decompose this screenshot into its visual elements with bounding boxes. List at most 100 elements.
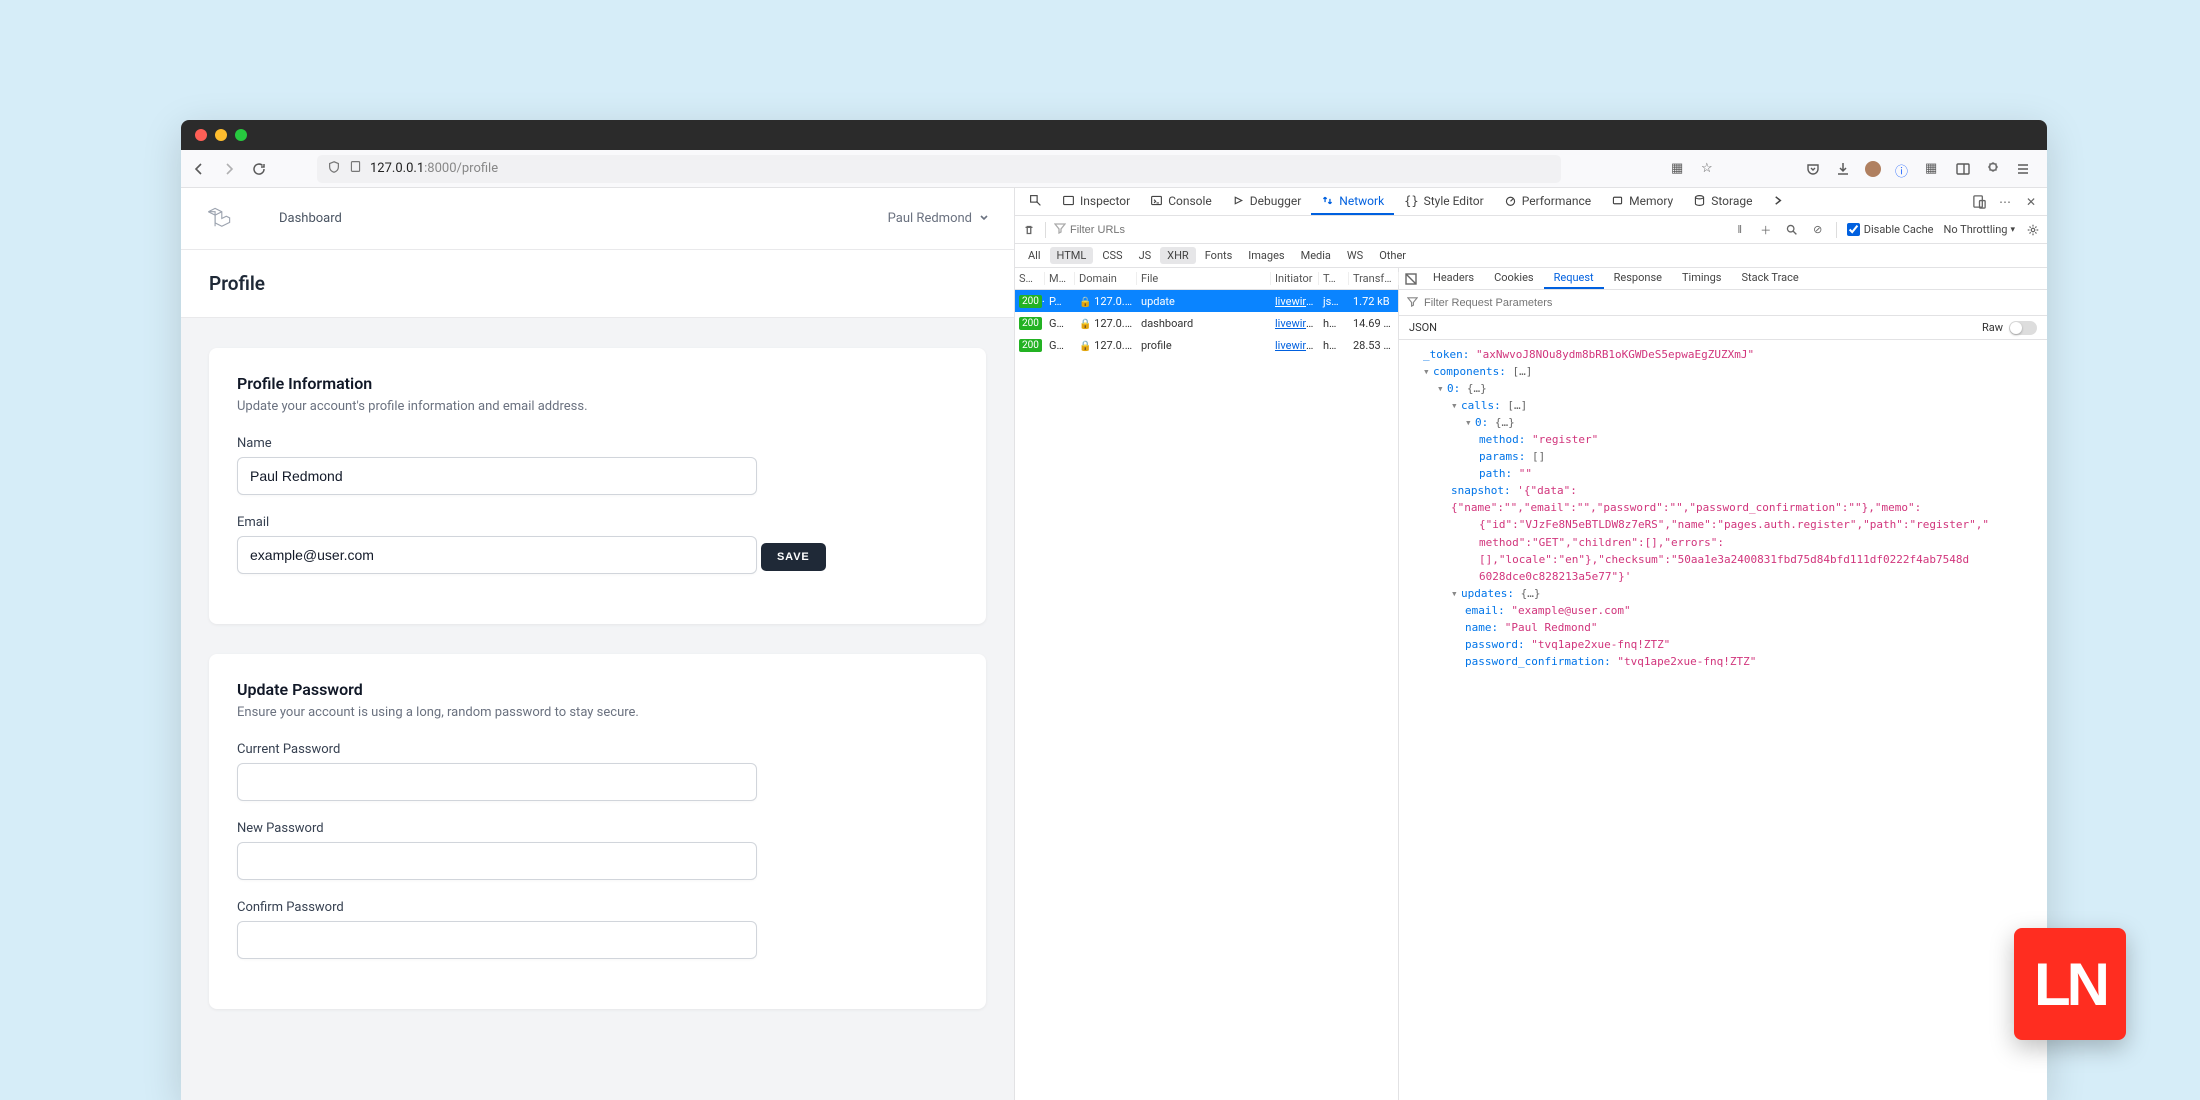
page-icon (349, 160, 362, 177)
current-password-label: Current Password (237, 742, 958, 757)
type-js[interactable]: JS (1132, 247, 1159, 264)
profile-info-title: Profile Information (237, 374, 958, 393)
app-header: Dashboard Paul Redmond (181, 188, 1014, 250)
user-menu[interactable]: Paul Redmond (888, 211, 990, 227)
tab-console[interactable]: Console (1140, 188, 1222, 215)
type-ws[interactable]: WS (1340, 247, 1370, 264)
detail-tabs: Headers Cookies Request Response Timings… (1399, 268, 2047, 290)
confirm-password-input[interactable] (237, 921, 757, 959)
responsive-mode-icon[interactable] (1971, 194, 1987, 210)
type-all[interactable]: All (1021, 247, 1048, 264)
raw-label: Raw (1982, 321, 2003, 334)
tabs-overflow[interactable] (1762, 188, 1795, 215)
devtools-more-icon[interactable]: ⋯ (1997, 194, 2013, 210)
detail-tab-timings[interactable]: Timings (1672, 268, 1732, 289)
pause-icon[interactable]: ‖ (1732, 222, 1748, 238)
block-icon[interactable]: ⊘ (1810, 222, 1826, 238)
app-pane: Dashboard Paul Redmond Profile Profile I… (181, 188, 1015, 1100)
settings-gear-icon[interactable] (2025, 222, 2041, 238)
add-icon[interactable]: ＋ (1758, 222, 1774, 238)
network-type-filter: All HTML CSS JS XHR Fonts Images Media W… (1015, 244, 2047, 268)
throttling-select[interactable]: No Throttling ▾ (1944, 223, 2015, 236)
devtools-pick-element[interactable] (1019, 188, 1052, 215)
table-header: S… Me… Domain File Initiator T… Transf… (1015, 268, 1398, 290)
detail-tab-cookies[interactable]: Cookies (1484, 268, 1543, 289)
name-label: Name (237, 436, 958, 451)
disable-cache-toggle[interactable]: Disable Cache (1847, 223, 1934, 236)
update-password-subtitle: Ensure your account is using a long, ran… (237, 705, 958, 720)
menu-icon[interactable] (2015, 161, 2031, 177)
search-icon[interactable] (1784, 222, 1800, 238)
minimize-window-button[interactable] (215, 129, 227, 141)
devtools-close-icon[interactable]: ✕ (2023, 194, 2039, 210)
json-header: JSON Raw (1399, 316, 2047, 340)
save-button[interactable]: SAVE (761, 543, 826, 571)
detail-tab-request[interactable]: Request (1544, 268, 1604, 289)
tab-style-editor[interactable]: {}Style Editor (1394, 188, 1494, 215)
tab-debugger[interactable]: Debugger (1222, 188, 1312, 215)
app-body: Profile Information Update your account'… (181, 318, 1014, 1100)
json-body[interactable]: _token: "axNwvoJ8NOu8ydm8bRB1oKGWDeS5epw… (1399, 340, 2047, 1100)
extensions-icon[interactable]: ▦ (1925, 161, 1941, 177)
type-media[interactable]: Media (1294, 247, 1338, 264)
forward-button[interactable] (221, 161, 237, 177)
table-row[interactable]: 200G…🔒 127.0.0.…profilelivewire…h…28.53 … (1015, 334, 1398, 356)
email-label: Email (237, 515, 958, 530)
download-icon[interactable] (1835, 161, 1851, 177)
tab-inspector[interactable]: Inspector (1052, 188, 1140, 215)
type-images[interactable]: Images (1241, 247, 1291, 264)
table-row[interactable]: 200G…🔒 127.0.0.…dashboardlivewire…h…14.6… (1015, 312, 1398, 334)
name-input[interactable] (237, 457, 757, 495)
tab-performance[interactable]: Performance (1494, 188, 1601, 215)
tab-memory[interactable]: Memory (1601, 188, 1683, 215)
tab-network[interactable]: Network (1311, 188, 1394, 215)
devtools-tabbar: Inspector Console Debugger Network {}Sty… (1015, 188, 2047, 216)
type-html[interactable]: HTML (1050, 247, 1094, 264)
table-row[interactable]: 200P…🔒 127.0.0.…updatelivewire…js…1.72 k… (1015, 290, 1398, 312)
browser-window: 127.0.0.1:8000/profile ▦ ☆ ⓘ ▦ Dashboard (181, 120, 2047, 1100)
shield-icon (327, 160, 341, 178)
network-filterbar: ‖ ＋ ⊘ Disable Cache No Throttling ▾ (1015, 216, 2047, 244)
type-css[interactable]: CSS (1095, 247, 1129, 264)
profile-info-subtitle: Update your account's profile informatio… (237, 399, 958, 414)
current-password-input[interactable] (237, 763, 757, 801)
tab-storage[interactable]: Storage (1683, 188, 1762, 215)
info-icon[interactable]: ⓘ (1895, 161, 1911, 177)
window-titlebar (181, 120, 2047, 150)
detail-tab-headers[interactable]: Headers (1423, 268, 1484, 289)
reload-button[interactable] (251, 161, 267, 177)
back-button[interactable] (191, 161, 207, 177)
nav-dashboard-link[interactable]: Dashboard (279, 211, 342, 226)
filter-request-params-input[interactable] (1424, 297, 2039, 309)
detail-filter-bar (1399, 290, 2047, 316)
detail-tab-stack[interactable]: Stack Trace (1731, 268, 1808, 289)
type-fonts[interactable]: Fonts (1198, 247, 1240, 264)
detail-tab-response[interactable]: Response (1604, 268, 1672, 289)
type-other[interactable]: Other (1372, 247, 1413, 264)
url-bar[interactable]: 127.0.0.1:8000/profile (317, 155, 1561, 183)
filter-urls-input[interactable] (1054, 220, 1724, 240)
puzzle-icon[interactable] (1985, 161, 2001, 177)
chevron-down-icon (978, 211, 990, 227)
clear-icon[interactable] (1021, 222, 1037, 238)
laravel-news-badge-icon: LN (2014, 928, 2126, 1040)
type-xhr[interactable]: XHR (1160, 247, 1196, 264)
funnel-icon (1407, 296, 1418, 310)
funnel-icon (1054, 222, 1066, 237)
email-input[interactable] (237, 536, 757, 574)
page-title: Profile (209, 272, 986, 295)
detail-close-icon[interactable] (1399, 268, 1423, 289)
devtools-panel: Inspector Console Debugger Network {}Sty… (1015, 188, 2047, 1100)
new-password-input[interactable] (237, 842, 757, 880)
sidebar-icon[interactable] (1955, 161, 1971, 177)
laravel-logo-icon (205, 205, 233, 233)
pocket-icon[interactable] (1805, 161, 1821, 177)
confirm-password-label: Confirm Password (237, 900, 958, 915)
maximize-window-button[interactable] (235, 129, 247, 141)
raw-toggle[interactable] (2009, 321, 2037, 335)
close-window-button[interactable] (195, 129, 207, 141)
update-password-title: Update Password (237, 680, 958, 699)
bookmark-star-icon[interactable]: ☆ (1701, 161, 1717, 177)
account-avatar-icon[interactable] (1865, 161, 1881, 177)
grid-icon[interactable]: ▦ (1671, 161, 1687, 177)
